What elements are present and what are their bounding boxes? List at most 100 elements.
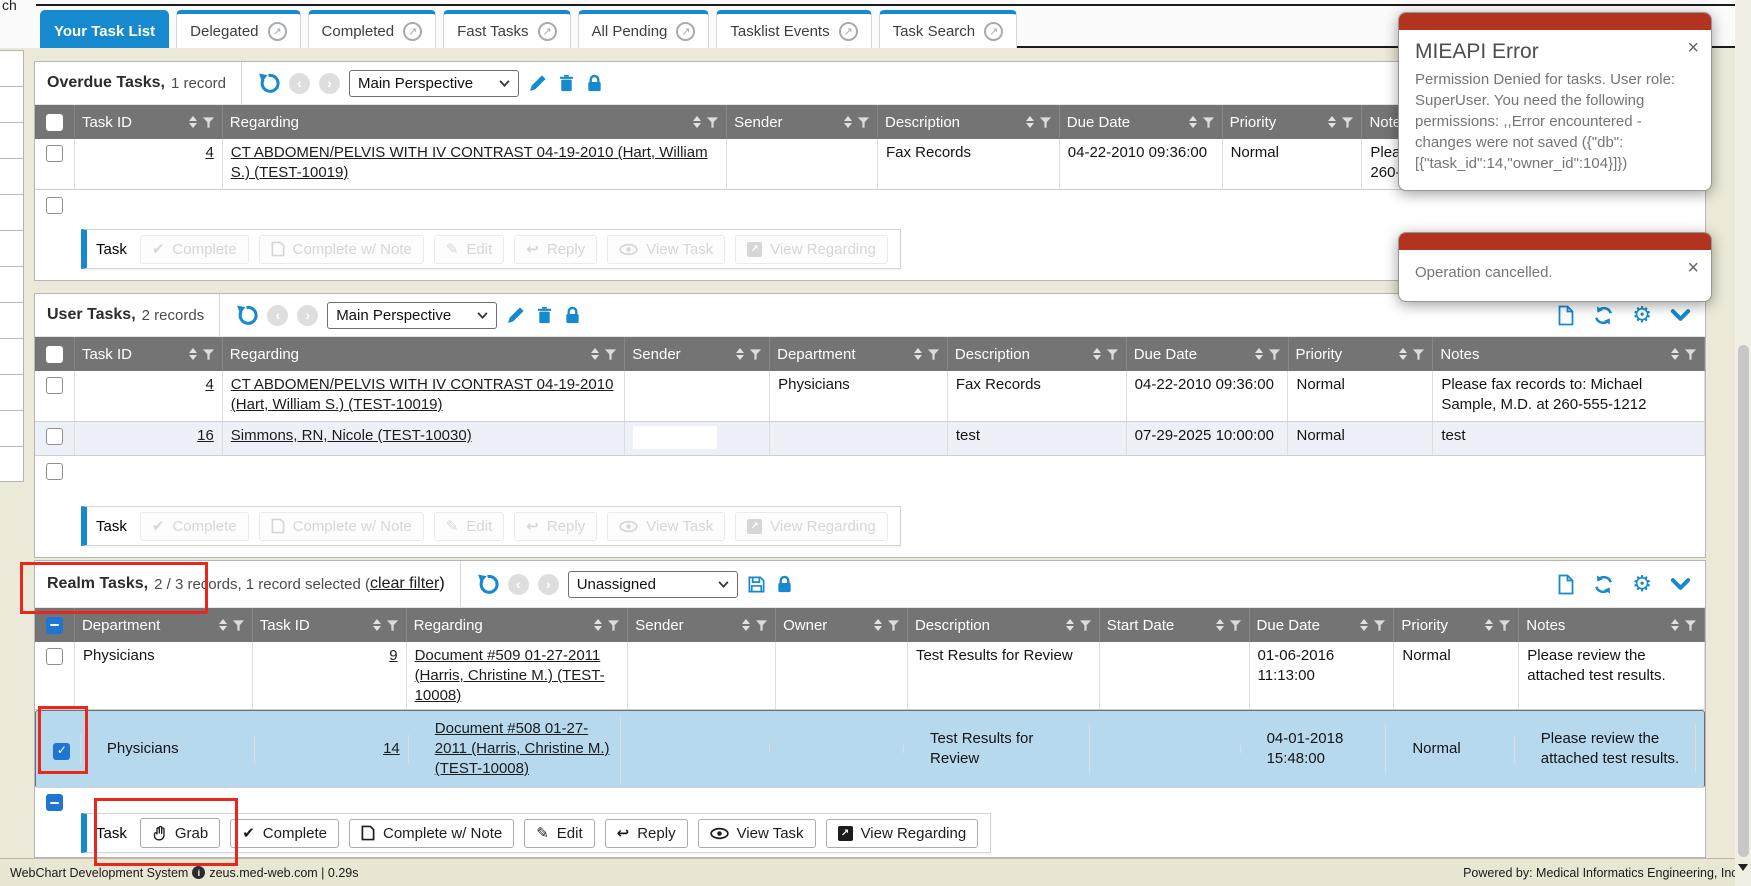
- filter-icon[interactable]: [202, 348, 215, 361]
- column-header-notes[interactable]: Notes: [1433, 337, 1705, 371]
- row-checkbox[interactable]: [46, 463, 63, 480]
- refresh-icon[interactable]: [1593, 305, 1614, 326]
- tab-all-pending[interactable]: All Pending↗: [578, 10, 710, 48]
- scrollbar-track[interactable]: [1735, 0, 1751, 886]
- open-new-icon[interactable]: ↗: [403, 22, 422, 41]
- column-header-notes[interactable]: Notes: [1519, 608, 1705, 642]
- sort-icon[interactable]: [1671, 348, 1679, 360]
- complete-w-note-button[interactable]: Complete w/ Note: [259, 235, 424, 264]
- row-checkbox[interactable]: [46, 428, 63, 445]
- filter-icon[interactable]: [857, 116, 870, 129]
- edit-button[interactable]: ✎Edit: [434, 235, 504, 264]
- collapse-panel-icon[interactable]: [1670, 308, 1691, 322]
- open-new-icon[interactable]: ↗: [839, 22, 858, 41]
- complete-w-note-button[interactable]: Complete w/ Note: [349, 819, 514, 848]
- settings-icon[interactable]: ⚙: [1632, 304, 1652, 326]
- filter-icon[interactable]: [607, 619, 620, 632]
- reply-button[interactable]: ↩Reply: [514, 235, 597, 264]
- filter-icon[interactable]: [1268, 348, 1281, 361]
- close-icon[interactable]: ×: [1687, 258, 1699, 278]
- sort-icon[interactable]: [1328, 116, 1336, 128]
- filter-icon[interactable]: [1684, 348, 1697, 361]
- filter-icon[interactable]: [1202, 116, 1215, 129]
- lock-icon[interactable]: [563, 305, 582, 325]
- column-header-owner[interactable]: Owner: [776, 608, 908, 642]
- column-header-due-date[interactable]: Due Date: [1250, 608, 1395, 642]
- open-new-icon[interactable]: ↗: [538, 22, 557, 41]
- task-link[interactable]: 9: [389, 647, 397, 664]
- sort-icon[interactable]: [1255, 348, 1263, 360]
- undo-icon[interactable]: [476, 573, 499, 596]
- delete-icon[interactable]: [557, 73, 576, 93]
- table-row[interactable]: ✓Physicians14Document #508 01-27-2011 (H…: [35, 710, 1705, 787]
- view-task-button[interactable]: View Task: [607, 235, 725, 264]
- sort-icon[interactable]: [1093, 348, 1101, 360]
- edit-button[interactable]: ✎Edit: [524, 819, 594, 848]
- row-checkbox[interactable]: [46, 145, 63, 162]
- sort-icon[interactable]: [1360, 619, 1368, 631]
- sort-icon[interactable]: [189, 116, 197, 128]
- filter-icon[interactable]: [927, 348, 940, 361]
- view-task-button[interactable]: View Task: [607, 512, 725, 541]
- row-checkbox[interactable]: [46, 377, 63, 394]
- task-link[interactable]: 4: [205, 144, 213, 161]
- cell-link[interactable]: Document #508 01-27-2011 (Harris, Christ…: [435, 720, 610, 777]
- sort-icon[interactable]: [189, 348, 197, 360]
- next-page-icon[interactable]: ›: [297, 305, 318, 326]
- sort-icon[interactable]: [594, 619, 602, 631]
- column-header-sender[interactable]: Sender: [628, 608, 776, 642]
- row-checkbox-checked[interactable]: ✓: [53, 743, 70, 760]
- filter-icon[interactable]: [749, 348, 762, 361]
- column-header-task-id[interactable]: Task ID: [75, 337, 223, 371]
- column-header-priority[interactable]: Priority: [1289, 337, 1434, 371]
- complete-button[interactable]: ✔Complete: [140, 512, 249, 541]
- next-page-icon[interactable]: ›: [319, 73, 340, 94]
- column-header-regarding[interactable]: Regarding: [223, 105, 727, 139]
- filter-icon[interactable]: [1498, 619, 1511, 632]
- column-header-start-date[interactable]: Start Date: [1100, 608, 1250, 642]
- edit-button[interactable]: ✎Edit: [434, 512, 504, 541]
- task-link[interactable]: 14: [383, 740, 400, 757]
- complete-button[interactable]: ✔Complete: [230, 819, 339, 848]
- sort-icon[interactable]: [1399, 348, 1407, 360]
- reply-button[interactable]: ↩Reply: [514, 512, 597, 541]
- filter-icon[interactable]: [386, 619, 399, 632]
- sort-icon[interactable]: [1485, 619, 1493, 631]
- select-all-checkbox[interactable]: [46, 346, 63, 363]
- task-link[interactable]: 16: [197, 427, 214, 444]
- filter-icon[interactable]: [604, 348, 617, 361]
- filter-icon[interactable]: [706, 116, 719, 129]
- task-link[interactable]: CT ABDOMEN/PELVIS WITH IV CONTRAST 04-19…: [231, 376, 614, 413]
- next-page-icon[interactable]: ›: [538, 574, 559, 595]
- filter-icon[interactable]: [1039, 116, 1052, 129]
- filter-icon[interactable]: [202, 116, 215, 129]
- column-header-sender[interactable]: Sender: [625, 337, 770, 371]
- filter-icon[interactable]: [232, 619, 245, 632]
- column-header-task-id[interactable]: Task ID: [253, 608, 407, 642]
- select-all-checkbox[interactable]: [46, 114, 63, 131]
- table-row[interactable]: Physicians9Document #509 01-27-2011 (Har…: [35, 642, 1705, 710]
- sort-icon[interactable]: [693, 116, 701, 128]
- checkbox-indeterminate[interactable]: [46, 794, 63, 811]
- table-row[interactable]: 16Simmons, RN, Nicole (TEST-10030)test07…: [35, 422, 1705, 456]
- sort-icon[interactable]: [844, 116, 852, 128]
- filter-icon[interactable]: [1373, 619, 1386, 632]
- column-header-task-id[interactable]: Task ID: [75, 105, 223, 139]
- tab-your-task-list[interactable]: Your Task List: [40, 10, 169, 48]
- view-regarding-button[interactable]: ↗View Regarding: [735, 512, 888, 541]
- tab-delegated[interactable]: Delegated↗: [176, 10, 300, 48]
- open-new-icon[interactable]: ↗: [676, 22, 695, 41]
- sort-icon[interactable]: [1066, 619, 1074, 631]
- sender-input[interactable]: [633, 426, 717, 449]
- new-document-icon[interactable]: [1557, 305, 1575, 326]
- clear-filter-link[interactable]: clear filter: [370, 575, 439, 593]
- column-header-department[interactable]: Department: [75, 608, 253, 642]
- perspective-select[interactable]: Unassigned: [568, 571, 738, 598]
- column-header-priority[interactable]: Priority: [1394, 608, 1519, 642]
- sort-icon[interactable]: [1026, 116, 1034, 128]
- column-header-department[interactable]: Department: [770, 337, 948, 371]
- filter-icon[interactable]: [1684, 619, 1697, 632]
- info-icon[interactable]: i: [192, 866, 205, 879]
- open-new-icon[interactable]: ↗: [268, 22, 287, 41]
- sort-icon[interactable]: [373, 619, 381, 631]
